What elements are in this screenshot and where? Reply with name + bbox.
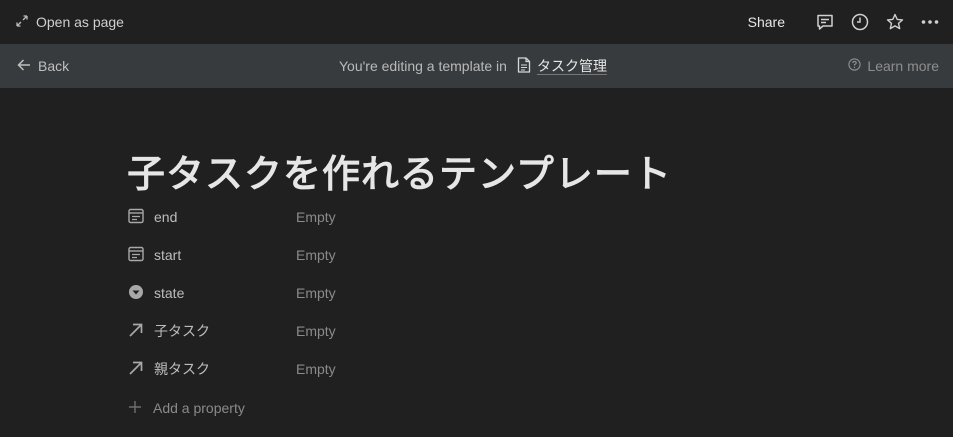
property-row-end: end Empty <box>127 198 953 236</box>
calendar-icon <box>127 245 154 266</box>
page-title[interactable]: 子タスクを作れるテンプレート <box>127 152 953 198</box>
back-label: Back <box>38 58 70 74</box>
learn-more-link[interactable]: Learn more <box>848 58 939 74</box>
property-row-child-task: 子タスク Empty <box>127 312 953 350</box>
property-value-parent-task[interactable]: Empty <box>296 361 336 377</box>
property-label: 子タスク <box>154 323 210 339</box>
back-button[interactable]: Back <box>16 57 69 76</box>
property-value-state[interactable]: Empty <box>296 285 336 301</box>
editing-template-notice: You're editing a template in タスク管理 <box>339 44 607 88</box>
top-bar: Open as page Share <box>0 0 953 44</box>
template-banner: Back You're editing a template in タスク管理 … <box>0 44 953 88</box>
select-icon <box>127 283 154 304</box>
database-name: タスク管理 <box>536 58 607 74</box>
property-label: start <box>154 247 182 263</box>
open-as-page-button[interactable]: Open as page <box>16 14 124 30</box>
calendar-icon <box>127 207 154 228</box>
add-property-button[interactable]: Add a property <box>127 388 953 428</box>
more-icon[interactable] <box>919 11 941 33</box>
property-value-end[interactable]: Empty <box>296 209 336 225</box>
arrow-left-icon <box>16 57 32 76</box>
top-actions: Share <box>748 11 941 33</box>
property-label: end <box>154 209 178 225</box>
property-row-parent-task: 親タスク Empty <box>127 350 953 388</box>
share-button[interactable]: Share <box>748 14 785 30</box>
property-name-state[interactable]: state <box>127 283 296 304</box>
editing-text: You're editing a template in <box>339 58 507 74</box>
comment-icon[interactable] <box>814 11 836 33</box>
page-icon <box>517 56 531 76</box>
property-name-end[interactable]: end <box>127 207 296 228</box>
property-row-state: state Empty <box>127 274 953 312</box>
property-value-start[interactable]: Empty <box>296 247 336 263</box>
property-value-child-task[interactable]: Empty <box>296 323 336 339</box>
help-circle-icon <box>848 58 862 74</box>
open-as-page-label: Open as page <box>36 14 124 30</box>
database-link[interactable]: タスク管理 <box>517 56 607 76</box>
relation-arrow-icon <box>127 321 154 342</box>
property-row-start: start Empty <box>127 236 953 274</box>
plus-icon <box>127 399 153 418</box>
learn-more-label: Learn more <box>867 58 939 74</box>
star-icon[interactable] <box>884 11 906 33</box>
property-name-child-task[interactable]: 子タスク <box>127 321 296 342</box>
property-name-parent-task[interactable]: 親タスク <box>127 359 296 380</box>
page-content: 子タスクを作れるテンプレート end Empty start Empty sta… <box>0 152 953 428</box>
add-property-label: Add a property <box>153 400 245 416</box>
property-label: 親タスク <box>154 361 210 377</box>
property-name-start[interactable]: start <box>127 245 296 266</box>
relation-arrow-icon <box>127 359 154 380</box>
property-list: end Empty start Empty state Empty 子タスク E… <box>127 198 953 428</box>
clock-icon[interactable] <box>849 11 871 33</box>
property-label: state <box>154 285 185 301</box>
expand-icon <box>16 14 28 30</box>
